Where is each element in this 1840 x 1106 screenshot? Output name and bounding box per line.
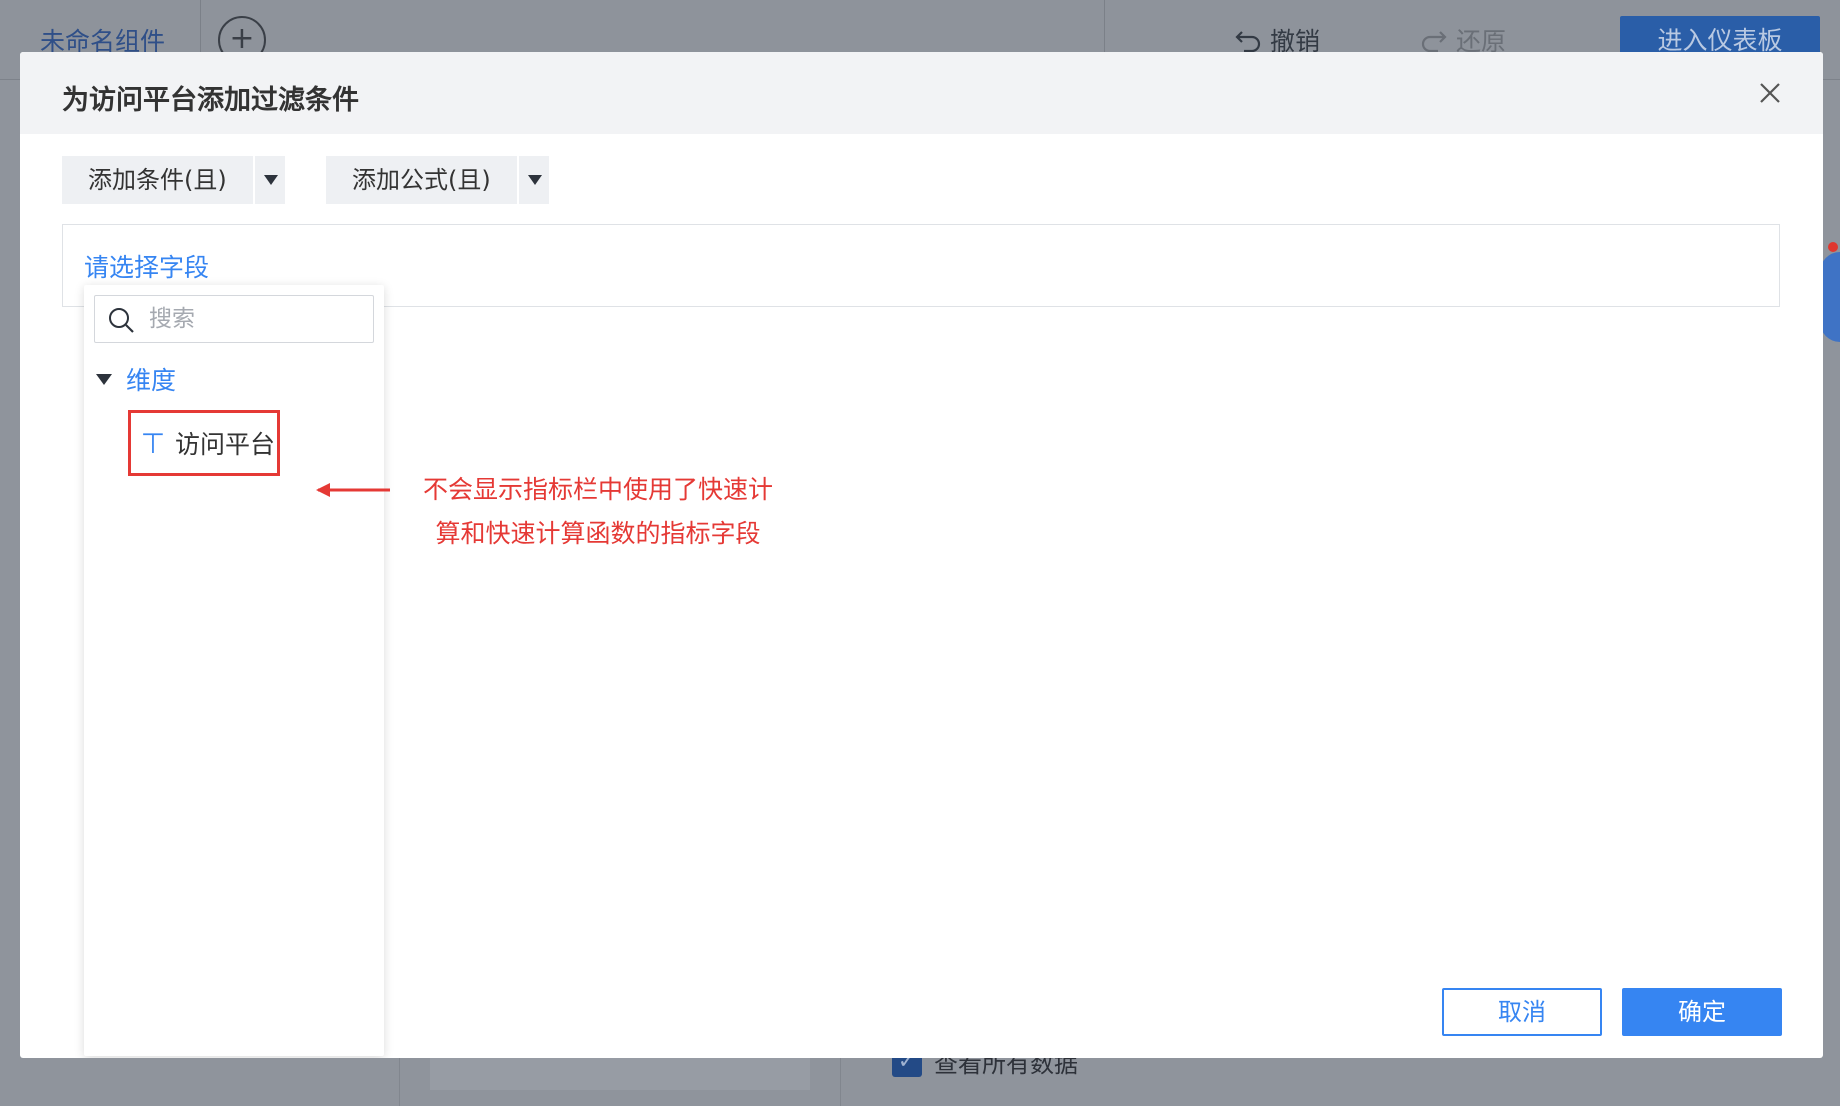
field-select-trigger[interactable]: 请选择字段 — [84, 248, 209, 284]
add-formula-button[interactable]: 添加公式(且) — [326, 156, 517, 204]
add-condition-button[interactable]: 添加条件(且) — [62, 156, 253, 204]
search-field[interactable] — [94, 295, 374, 343]
field-dropdown: 维度 ⊤ 访问平台 — [84, 285, 384, 1056]
chevron-down-icon[interactable] — [252, 156, 285, 204]
annotation-text: 不会显示指标栏中使用了快速计 算和快速计算函数的指标字段 — [398, 468, 798, 556]
text-type-icon: ⊤ — [140, 426, 166, 460]
dimension-group[interactable]: 维度 — [96, 361, 176, 397]
cancel-button[interactable]: 取消 — [1442, 988, 1602, 1036]
group-label: 维度 — [126, 366, 177, 395]
annotation-arrow-icon — [316, 483, 390, 497]
dialog-header: 为访问平台添加过滤条件 — [20, 52, 1823, 134]
confirm-button[interactable]: 确定 — [1622, 988, 1782, 1036]
search-input[interactable] — [149, 304, 359, 334]
dialog-title: 为访问平台添加过滤条件 — [62, 85, 359, 116]
notification-dot — [1828, 242, 1838, 252]
annotation-line: 不会显示指标栏中使用了快速计 — [422, 475, 773, 504]
add-condition-split-button: 添加条件(且) — [62, 156, 285, 204]
annotation-line: 算和快速计算函数的指标字段 — [435, 519, 761, 548]
caret-down-icon — [96, 373, 112, 385]
side-handle[interactable] — [1820, 252, 1840, 342]
undo-icon — [1235, 31, 1261, 53]
search-icon — [109, 308, 134, 333]
close-icon[interactable] — [1755, 78, 1785, 108]
field-item-visit-platform[interactable]: ⊤ 访问平台 — [128, 410, 280, 476]
field-item-label: 访问平台 — [175, 430, 276, 459]
filter-dialog: 为访问平台添加过滤条件 添加条件(且) 添加公式(且) 请选择字段 维度 ⊤ 访… — [20, 52, 1823, 1058]
chevron-down-icon[interactable] — [516, 156, 549, 204]
add-formula-split-button: 添加公式(且) — [326, 156, 549, 204]
redo-icon — [1421, 31, 1447, 53]
